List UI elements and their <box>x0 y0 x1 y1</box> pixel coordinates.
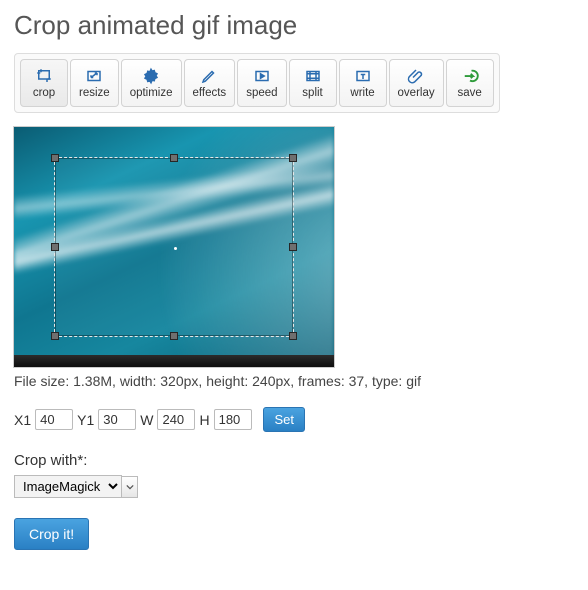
save-icon <box>460 67 480 85</box>
crop-handle-se[interactable] <box>289 332 297 340</box>
crop-handle-s[interactable] <box>170 332 178 340</box>
tool-label: optimize <box>130 87 173 99</box>
tool-overlay[interactable]: overlay <box>389 59 444 107</box>
crop-handle-n[interactable] <box>170 154 178 162</box>
gear-icon <box>141 67 161 85</box>
tool-crop[interactable]: crop <box>20 59 68 107</box>
preview-taskbar <box>14 355 334 367</box>
paperclip-icon <box>406 67 426 85</box>
cursor-icon <box>174 247 177 250</box>
tool-split[interactable]: split <box>289 59 337 107</box>
tool-optimize[interactable]: optimize <box>121 59 182 107</box>
crop-handle-w[interactable] <box>51 243 59 251</box>
film-icon <box>303 67 323 85</box>
y1-input[interactable] <box>98 409 136 430</box>
text-icon <box>353 67 373 85</box>
crop-handle-nw[interactable] <box>51 154 59 162</box>
crop-handle-ne[interactable] <box>289 154 297 162</box>
w-label: W <box>140 412 153 428</box>
crop-selection[interactable] <box>54 157 294 337</box>
pencil-icon <box>199 67 219 85</box>
chevron-down-icon[interactable] <box>122 476 138 498</box>
toolbar: crop resize optimize effects speed <box>14 53 500 113</box>
tool-save[interactable]: save <box>446 59 494 107</box>
play-icon <box>252 67 272 85</box>
tool-label: effects <box>193 87 227 99</box>
h-label: H <box>199 412 209 428</box>
x1-input[interactable] <box>35 409 73 430</box>
crop-icon <box>34 67 54 85</box>
y1-label: Y1 <box>77 412 94 428</box>
tool-label: crop <box>33 87 55 99</box>
tool-speed[interactable]: speed <box>237 59 286 107</box>
tool-effects[interactable]: effects <box>184 59 236 107</box>
crop-it-button[interactable]: Crop it! <box>14 518 89 550</box>
tool-label: split <box>302 87 322 99</box>
x1-label: X1 <box>14 412 31 428</box>
crop-handle-sw[interactable] <box>51 332 59 340</box>
page-title: Crop animated gif image <box>14 10 574 41</box>
crop-with-label: Crop with*: <box>14 452 574 469</box>
tool-write[interactable]: write <box>339 59 387 107</box>
tool-label: resize <box>79 87 110 99</box>
tool-label: save <box>457 87 481 99</box>
tool-label: write <box>350 87 374 99</box>
crop-with-select[interactable]: ImageMagick <box>14 475 122 498</box>
w-input[interactable] <box>157 409 195 430</box>
crop-handle-e[interactable] <box>289 243 297 251</box>
tool-label: overlay <box>398 87 435 99</box>
coordinates-row: X1 Y1 W H Set <box>14 407 574 432</box>
set-button[interactable]: Set <box>263 407 305 432</box>
image-preview[interactable] <box>14 127 334 367</box>
h-input[interactable] <box>214 409 252 430</box>
tool-label: speed <box>246 87 277 99</box>
tool-resize[interactable]: resize <box>70 59 119 107</box>
resize-icon <box>84 67 104 85</box>
file-meta: File size: 1.38M, width: 320px, height: … <box>14 373 574 389</box>
